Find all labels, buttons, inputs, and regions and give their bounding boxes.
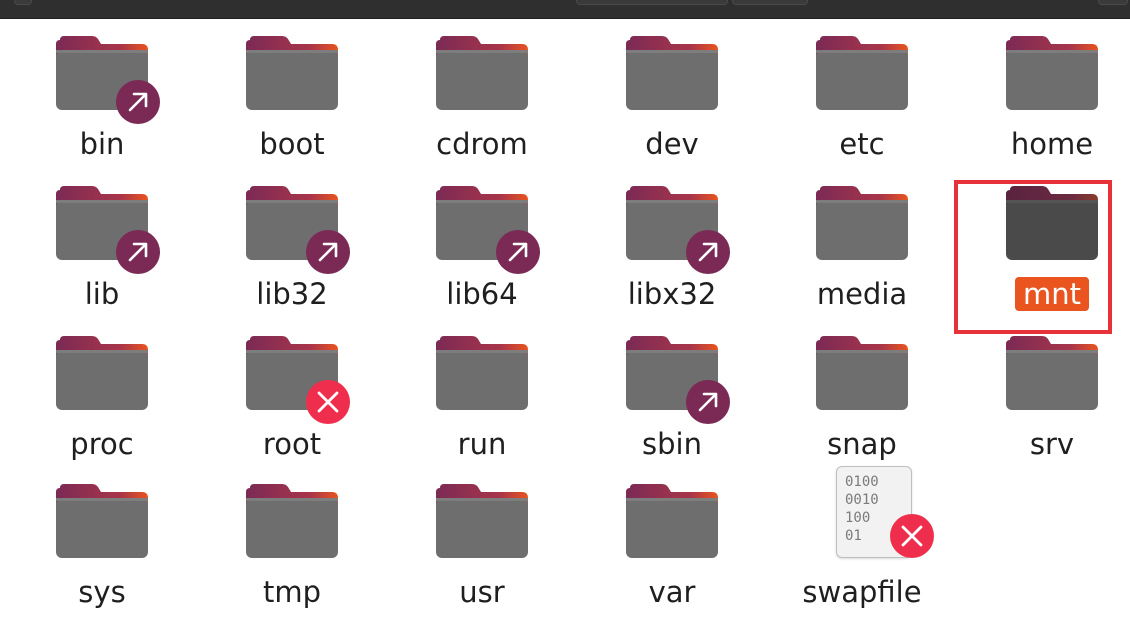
symlink-badge-icon <box>306 230 350 274</box>
file-item-label: libx32 <box>627 277 717 311</box>
file-item-snap[interactable]: snap <box>772 318 952 461</box>
file-item-label: bin <box>79 127 125 161</box>
file-item-lib[interactable]: lib <box>12 168 192 311</box>
file-item-label: swapfile <box>802 575 922 609</box>
file-item-etc[interactable]: etc <box>772 18 952 161</box>
file-item-label: lib64 <box>446 277 518 311</box>
folder-icon <box>626 484 718 558</box>
toolbar-button[interactable] <box>576 0 728 5</box>
file-item-proc[interactable]: proc <box>12 318 192 461</box>
file-item-label: run <box>457 427 507 461</box>
file-item-label: sys <box>78 575 126 609</box>
folder-icon <box>436 336 528 410</box>
file-item-label: dev <box>645 127 699 161</box>
file-item-label: boot <box>259 127 325 161</box>
file-item-tmp[interactable]: tmp <box>202 466 382 609</box>
file-item-root[interactable]: root <box>202 318 382 461</box>
folder-icon <box>436 484 528 558</box>
folder-icon <box>56 484 148 558</box>
file-item-label: cdrom <box>436 127 528 161</box>
file-item-label: sbin <box>642 427 702 461</box>
symlink-badge-icon <box>116 80 160 124</box>
folder-icon <box>1006 36 1098 110</box>
toolbar-button[interactable] <box>732 0 808 5</box>
symlink-badge-icon <box>686 380 730 424</box>
folder-icon <box>626 36 718 110</box>
file-item-label: usr <box>459 575 505 609</box>
file-item-label: lib <box>84 277 120 311</box>
file-item-var[interactable]: var <box>582 466 762 609</box>
file-item-libx32[interactable]: libx32 <box>582 168 762 311</box>
file-item-label: root <box>262 427 322 461</box>
highlight-annotation <box>954 180 1112 334</box>
file-item-home[interactable]: home <box>962 18 1130 161</box>
file-item-label: media <box>816 277 908 311</box>
folder-icon <box>816 36 908 110</box>
locked-badge-icon <box>890 514 934 558</box>
symlink-badge-icon <box>496 230 540 274</box>
file-item-media[interactable]: media <box>772 168 952 311</box>
folder-icon <box>56 336 148 410</box>
file-item-boot[interactable]: boot <box>202 18 382 161</box>
folder-icon <box>1006 336 1098 410</box>
symlink-badge-icon <box>686 230 730 274</box>
file-item-dev[interactable]: dev <box>582 18 762 161</box>
file-item-label: lib32 <box>256 277 328 311</box>
file-item-bin[interactable]: bin <box>12 18 192 161</box>
file-item-lib64[interactable]: lib64 <box>392 168 572 311</box>
symlink-badge-icon <box>116 230 160 274</box>
toolbar-button[interactable] <box>14 0 32 5</box>
file-item-lib32[interactable]: lib32 <box>202 168 382 311</box>
file-item-usr[interactable]: usr <box>392 466 572 609</box>
file-item-srv[interactable]: srv <box>962 318 1130 461</box>
folder-icon <box>816 336 908 410</box>
file-item-label: var <box>648 575 696 609</box>
locked-badge-icon <box>306 380 350 424</box>
file-item-label: etc <box>839 127 885 161</box>
toolbar-button[interactable] <box>1098 0 1128 5</box>
file-item-label: proc <box>70 427 134 461</box>
file-item-sys[interactable]: sys <box>12 466 192 609</box>
file-item-label: tmp <box>262 575 322 609</box>
folder-icon <box>436 36 528 110</box>
file-item-sbin[interactable]: sbin <box>582 318 762 461</box>
file-item-cdrom[interactable]: cdrom <box>392 18 572 161</box>
folder-icon <box>246 36 338 110</box>
file-item-label: home <box>1010 127 1094 161</box>
file-item-run[interactable]: run <box>392 318 572 461</box>
file-item-label: snap <box>827 427 897 461</box>
file-item-label: srv <box>1029 427 1075 461</box>
toolbar <box>0 0 1130 19</box>
folder-icon <box>246 484 338 558</box>
file-item-swapfile[interactable]: 0100 0010 100 01 swapfile <box>772 466 952 609</box>
folder-icon <box>816 186 908 260</box>
